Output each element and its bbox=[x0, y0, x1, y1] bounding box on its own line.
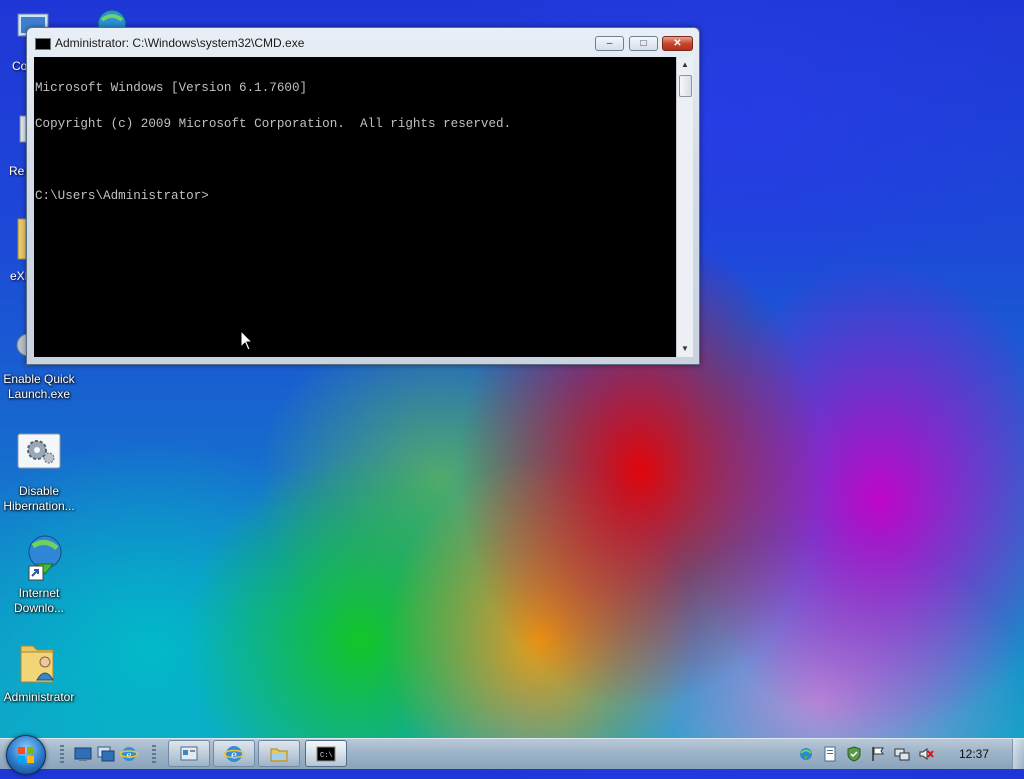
taskbar-button-command-prompt[interactable]: C:\ bbox=[305, 740, 347, 767]
internet-explorer-icon: e bbox=[224, 746, 244, 762]
taskbar-button-windows-explorer[interactable] bbox=[258, 740, 300, 767]
console-line: Microsoft Windows [Version 6.1.7600] bbox=[35, 81, 308, 95]
console-output[interactable]: Microsoft Windows [Version 6.1.7600] Cop… bbox=[34, 57, 676, 357]
internet-explorer-quick-icon[interactable]: e bbox=[120, 745, 138, 763]
desktop-icon-label-line2: Launch.exe bbox=[7, 387, 71, 401]
network-globe-tray-icon[interactable] bbox=[798, 746, 814, 762]
taskbar-clock[interactable]: 12:37 bbox=[952, 747, 996, 761]
security-shield-tray-icon[interactable] bbox=[846, 746, 862, 762]
globe-desktop-icon[interactable] bbox=[92, 6, 132, 39]
scroll-up-arrow[interactable]: ▲ bbox=[677, 57, 693, 73]
svg-text:e: e bbox=[231, 747, 237, 762]
toolbar-grip[interactable] bbox=[60, 745, 64, 763]
network-connection-tray-icon[interactable] bbox=[894, 746, 910, 762]
maximize-button[interactable]: □ bbox=[629, 36, 658, 51]
svg-text:C:\: C:\ bbox=[320, 752, 333, 760]
user-folder-icon bbox=[15, 638, 63, 686]
title-bar[interactable]: Administrator: C:\Windows\system32\CMD.e… bbox=[27, 28, 699, 56]
taskbar: e e C:\ 12:37 bbox=[0, 735, 1024, 775]
vertical-scrollbar[interactable]: ▲ ▼ bbox=[676, 57, 693, 357]
desktop-icon-enable-quick-launch[interactable]: Enable Quick Launch.exe bbox=[0, 372, 78, 402]
console-prompt: C:\Users\Administrator> bbox=[35, 189, 209, 203]
scroll-thumb[interactable] bbox=[679, 75, 692, 97]
control-panel-icon bbox=[180, 746, 198, 761]
show-desktop-button[interactable] bbox=[1012, 739, 1024, 769]
start-button[interactable] bbox=[6, 735, 46, 775]
desktop-icon-administrator-folder[interactable]: Administrator bbox=[0, 638, 78, 705]
desktop-icon-label: Administrator bbox=[3, 690, 75, 704]
close-button[interactable]: ✕ bbox=[662, 36, 693, 51]
window-title: Administrator: C:\Windows\system32\CMD.e… bbox=[55, 36, 305, 50]
windows-logo-icon bbox=[18, 747, 34, 763]
switch-windows-icon[interactable] bbox=[97, 745, 115, 763]
volume-muted-icon[interactable] bbox=[918, 746, 934, 762]
cmd-window[interactable]: Administrator: C:\Windows\system32\CMD.e… bbox=[26, 27, 700, 365]
mouse-cursor-icon bbox=[240, 330, 254, 351]
taskbar-button-control-panel[interactable] bbox=[168, 740, 210, 767]
scroll-down-arrow[interactable]: ▼ bbox=[677, 341, 693, 357]
notepad-tray-icon[interactable] bbox=[822, 746, 838, 762]
taskbar-grip[interactable] bbox=[152, 745, 156, 763]
taskbar-button-internet-explorer[interactable]: e bbox=[213, 740, 255, 767]
desktop-icon-disable-hibernation[interactable]: Disable Hibernation... bbox=[0, 432, 78, 514]
desktop-icon-label-line1: Enable Quick bbox=[3, 372, 75, 386]
minimize-button[interactable]: – bbox=[595, 36, 624, 51]
desktop-icon-label-line1: Disable bbox=[18, 484, 60, 498]
recycle-bin-desktop-label: Re bbox=[9, 164, 25, 178]
desktop-icon-label-line1: Internet bbox=[18, 586, 60, 600]
cmd-icon bbox=[35, 38, 51, 50]
gear-settings-icon bbox=[15, 432, 63, 480]
action-center-flag-icon[interactable] bbox=[870, 746, 886, 762]
internet-download-manager-icon bbox=[15, 534, 63, 582]
cmd-icon: C:\ bbox=[316, 746, 336, 762]
show-desktop-quick-icon[interactable] bbox=[74, 745, 92, 763]
console-line: Copyright (c) 2009 Microsoft Corporation… bbox=[35, 117, 512, 131]
desktop-icon-internet-download-manager[interactable]: Internet Downlo... bbox=[0, 534, 78, 616]
desktop-icon-label-line2: Downlo... bbox=[13, 601, 65, 615]
desktop-icon-label-line2: Hibernation... bbox=[3, 499, 75, 513]
globe-icon bbox=[97, 9, 127, 39]
folder-icon bbox=[270, 748, 288, 762]
